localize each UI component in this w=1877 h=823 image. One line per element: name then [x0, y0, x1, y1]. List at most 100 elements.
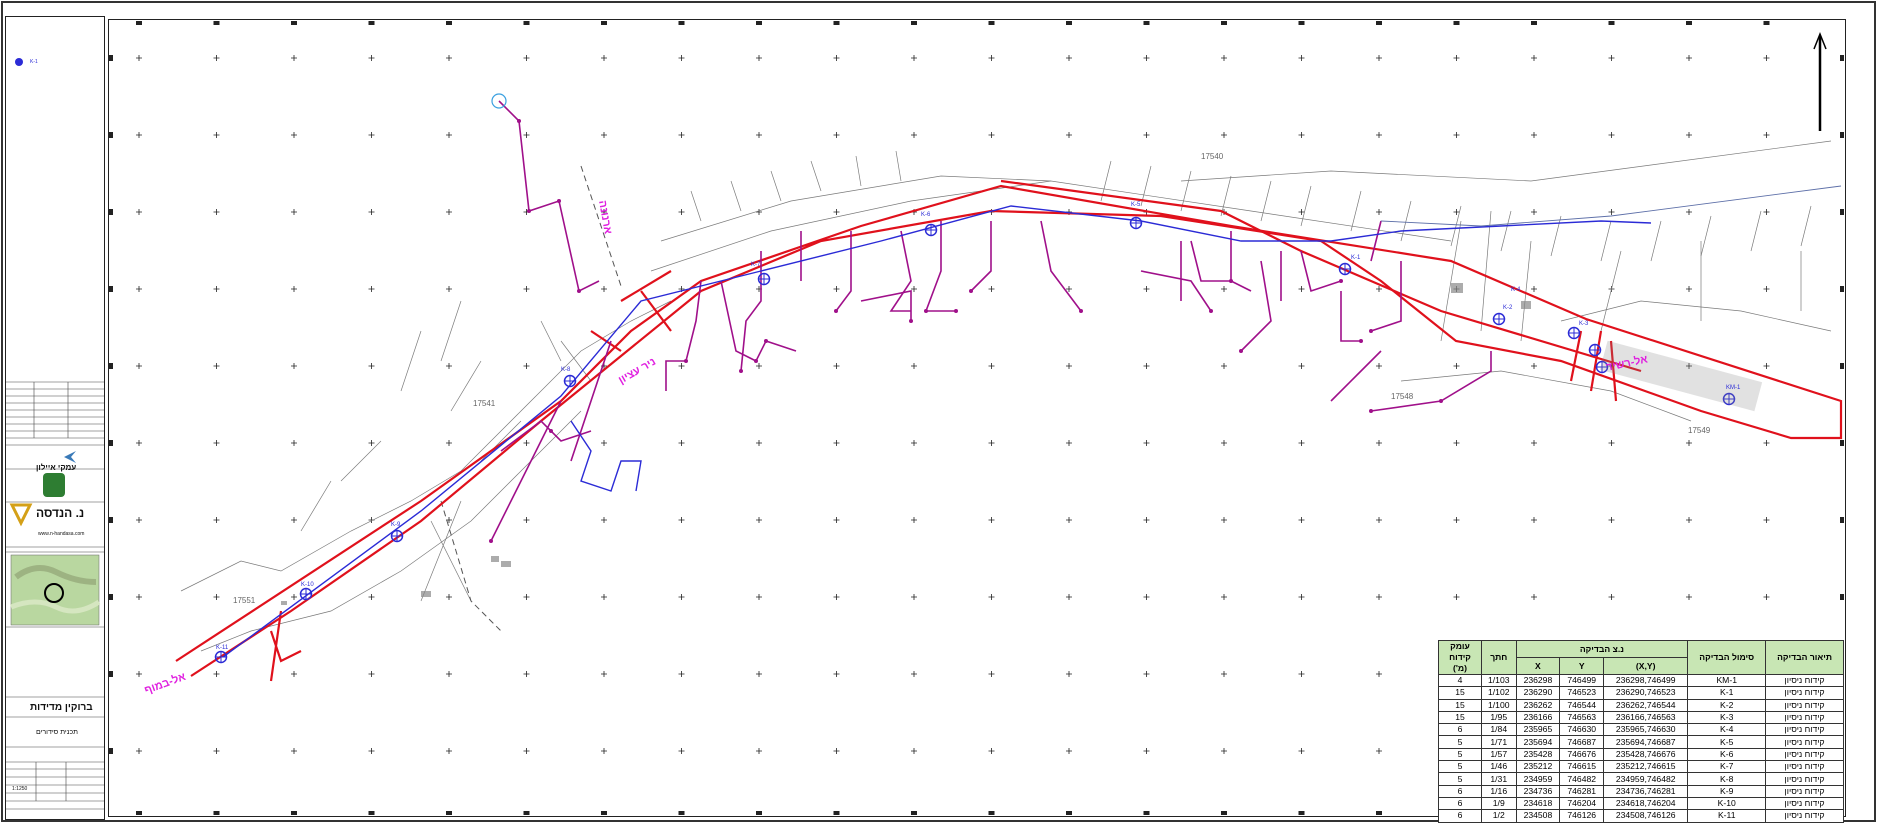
grid-tick — [833, 811, 840, 815]
cell-y: 746615 — [1559, 760, 1605, 774]
grid-cross — [1763, 55, 1770, 61]
point-label: K-8 — [561, 367, 571, 373]
grid-cross — [1531, 286, 1537, 292]
grid-cross — [446, 671, 452, 677]
grid-tick — [1531, 21, 1537, 25]
grid-cross — [1298, 594, 1305, 600]
cell-section: 1/2 — [1481, 809, 1517, 823]
grid-cross — [1066, 594, 1072, 600]
grid-cross — [678, 748, 685, 754]
grid-cross — [988, 55, 995, 61]
grid-cross — [523, 363, 530, 369]
grid-cross — [136, 671, 142, 677]
borehole-table: תיאור הבדיקה סימול הבדיקה נ.צ הבדיקה חתך… — [1438, 640, 1844, 823]
cell-description: קידוח ניסיון — [1765, 747, 1844, 762]
dashed-boundaries — [440, 165, 622, 632]
grid-tick — [109, 440, 113, 446]
title-block-graphics — [6, 58, 104, 810]
grid-cross — [1143, 132, 1150, 138]
col-section: חתך — [1481, 640, 1517, 675]
grid-cross — [213, 55, 220, 61]
cell-description: קידוח ניסיון — [1765, 673, 1844, 688]
table-row: קידוח ניסיון K-11 234508,746126 746126 23450… — [1438, 809, 1844, 823]
grid-cross — [368, 363, 375, 369]
grid-cross — [136, 594, 142, 600]
cell-section: 1/31 — [1481, 772, 1517, 786]
grid-cross — [1298, 671, 1305, 677]
grid-cross — [446, 55, 452, 61]
cell-y: 746204 — [1559, 796, 1605, 811]
grid-cross — [446, 132, 452, 138]
cell-x: 235694 — [1515, 735, 1561, 749]
grid-cross — [446, 363, 452, 369]
cell-xy: 234959,746482 — [1603, 772, 1689, 786]
point-label: K-11 — [216, 645, 229, 651]
cell-section: 1/100 — [1481, 698, 1517, 712]
street-label: ארנונה — [596, 199, 614, 235]
grid-cross — [368, 55, 375, 61]
grid-cross — [213, 132, 220, 138]
grid-cross — [1143, 286, 1150, 292]
grid-cross — [678, 440, 685, 446]
grid-cross — [833, 671, 840, 677]
grid-cross — [911, 55, 917, 61]
grid-cross — [756, 671, 762, 677]
grid-cross — [1531, 363, 1537, 369]
grid-tick — [291, 21, 297, 25]
grid-cross — [523, 748, 530, 754]
grid-cross — [988, 748, 995, 754]
grid-cross — [601, 55, 607, 61]
grid-cross — [1066, 55, 1072, 61]
grid-cross — [1608, 55, 1615, 61]
point-label: K-6 — [921, 212, 931, 218]
grid-cross — [1608, 440, 1615, 446]
cell-y: 746544 — [1559, 698, 1605, 712]
grid-cross — [1221, 748, 1227, 754]
cell-depth: 5 — [1438, 772, 1482, 786]
grid-cross — [213, 517, 220, 523]
municipal-emblem-icon — [43, 473, 65, 497]
parcel-lines — [180, 140, 1832, 652]
grid-cross — [1221, 132, 1227, 138]
table-row: קידוח ניסיון K-9 234736,746281 746281 234736… — [1438, 784, 1844, 798]
grid-cross — [368, 132, 375, 138]
grid-tick — [136, 21, 142, 25]
point-label: K-2 — [1503, 305, 1513, 311]
grid-cross — [1453, 517, 1460, 523]
grid-cross — [291, 671, 297, 677]
grid-tick — [1763, 21, 1770, 25]
grid-cross — [136, 286, 142, 292]
grid-cross — [291, 132, 297, 138]
table-row: קידוח ניסיון K-3 236166,746563 746563 236166… — [1438, 710, 1844, 725]
cell-y: 746482 — [1559, 772, 1605, 786]
client-logo-icon — [64, 451, 76, 463]
grid-tick — [601, 811, 607, 815]
grid-cross — [988, 594, 995, 600]
col-x: X — [1515, 657, 1561, 675]
grid-cross — [1376, 671, 1382, 677]
grid-cross — [1376, 748, 1382, 754]
grid-cross — [523, 55, 530, 61]
grid-cross — [1066, 440, 1072, 446]
cell-section: 1/95 — [1481, 710, 1517, 725]
grid-cross — [1608, 517, 1615, 523]
table-row: קידוח ניסיון K-2 236262,746544 746544 236262… — [1438, 698, 1844, 712]
grid-tick — [109, 517, 113, 523]
grid-cross — [1531, 209, 1537, 215]
cell-depth: 6 — [1438, 796, 1482, 811]
grid-cross — [1376, 286, 1382, 292]
grid-tick — [1221, 811, 1227, 815]
grid-cross — [1376, 55, 1382, 61]
grid-cross — [911, 440, 917, 446]
grid-tick — [1298, 21, 1305, 25]
grid-cross — [1531, 517, 1537, 523]
grid-tick — [291, 811, 297, 815]
grid-cross — [136, 55, 142, 61]
col-description: תיאור הבדיקה — [1765, 640, 1844, 675]
grid-cross — [833, 517, 840, 523]
grid-cross — [1608, 594, 1615, 600]
grid-tick — [1840, 363, 1844, 369]
cell-depth: 6 — [1438, 723, 1482, 737]
cell-description: קידוח ניסיון — [1765, 710, 1844, 725]
project-title: ברוקין מדידות — [30, 702, 93, 713]
